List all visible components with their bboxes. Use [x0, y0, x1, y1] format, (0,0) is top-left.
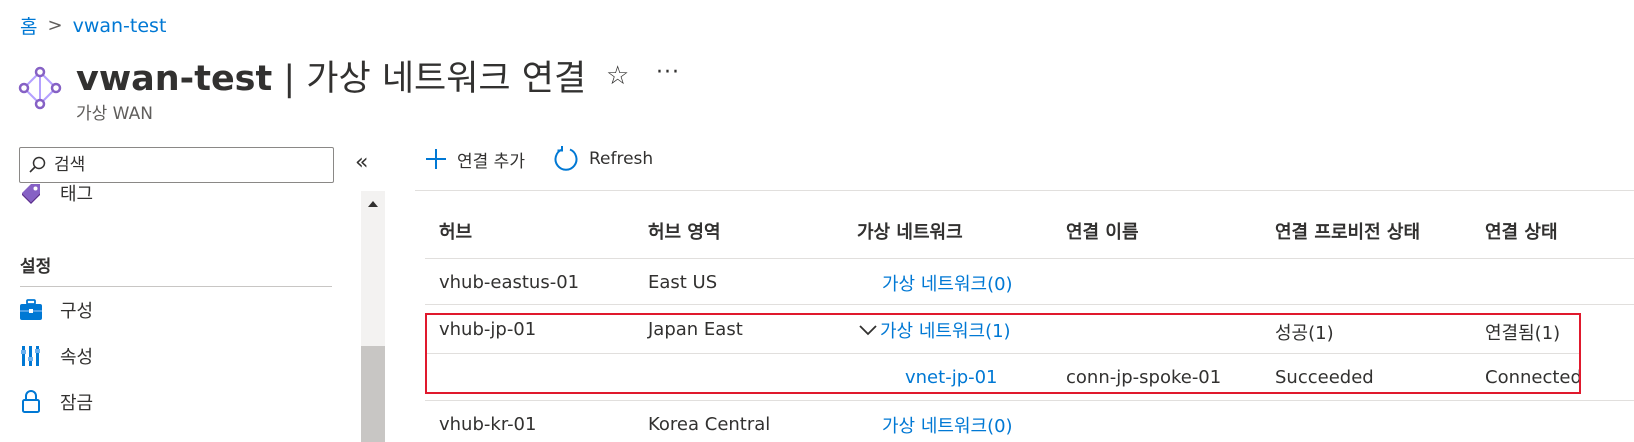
header-divider: [425, 258, 1634, 259]
add-connection-label: 연결 추가: [457, 151, 525, 172]
properties-icon: [18, 343, 44, 369]
row-divider: [425, 304, 1634, 305]
resource-name: vwan-test: [76, 59, 273, 99]
sidebar-scrollbar[interactable]: [361, 191, 385, 442]
virtual-network-link[interactable]: 가상 네트워크(0): [882, 412, 1013, 438]
sidebar-item-configuration[interactable]: 구성: [18, 297, 93, 323]
column-header-virtual-network[interactable]: 가상 네트워크: [857, 218, 963, 244]
sidebar-search[interactable]: [19, 147, 334, 183]
command-bar: 연결 추가 Refresh: [425, 146, 681, 172]
configuration-icon: [18, 297, 44, 323]
scroll-up-arrow-icon[interactable]: [368, 201, 378, 207]
search-icon: [29, 156, 46, 173]
sidebar-item-properties[interactable]: 속성: [18, 343, 93, 369]
title-separator: |: [272, 59, 307, 99]
column-header-provisioning-state[interactable]: 연결 프로비전 상태: [1275, 218, 1420, 244]
resource-type-subtitle: 가상 WAN: [76, 104, 153, 124]
virtual-wan-icon: [18, 66, 62, 110]
column-header-hub-region[interactable]: 허브 영역: [648, 218, 721, 244]
sidebar-item-locks[interactable]: 잠금: [18, 389, 93, 415]
page-title: vwan-test | 가상 네트워크 연결: [76, 50, 586, 101]
sidebar-item-tags[interactable]: 태그: [18, 180, 93, 206]
page-name: 가상 네트워크 연결: [306, 59, 587, 99]
sidebar-section-settings: 설정: [20, 257, 52, 277]
sidebar-item-label: 속성: [60, 347, 94, 368]
search-input[interactable]: [54, 155, 314, 175]
collapse-sidebar-button[interactable]: «: [355, 150, 368, 175]
column-header-connection-name[interactable]: 연결 이름: [1066, 218, 1139, 244]
region-cell: Korea Central: [648, 414, 771, 435]
more-options-button[interactable]: ···: [656, 60, 680, 85]
refresh-label: Refresh: [588, 149, 654, 169]
breadcrumb-separator: >: [47, 15, 63, 36]
row-divider: [425, 400, 1634, 401]
star-outline-icon[interactable]: ☆: [606, 61, 629, 91]
refresh-button[interactable]: Refresh: [553, 146, 653, 172]
column-header-connection-state[interactable]: 연결 상태: [1485, 218, 1558, 244]
sidebar-item-label: 구성: [60, 301, 94, 322]
sidebar-item-label: 잠금: [60, 393, 94, 414]
lock-icon: [18, 389, 44, 415]
add-icon: [426, 149, 446, 169]
highlight-box: [425, 313, 1581, 394]
toolbar-divider: [415, 190, 1634, 191]
hub-cell: vhub-kr-01: [439, 414, 537, 435]
tag-icon: [18, 180, 44, 206]
hub-cell: vhub-eastus-01: [439, 272, 580, 293]
refresh-icon: [554, 146, 578, 171]
sidebar-item-label: 태그: [60, 184, 94, 205]
breadcrumb: 홈 > vwan-test: [20, 12, 166, 39]
region-cell: East US: [648, 272, 718, 293]
sidebar-divider: [20, 286, 332, 287]
breadcrumb-current-link[interactable]: vwan-test: [73, 15, 167, 37]
virtual-network-link[interactable]: 가상 네트워크(0): [882, 270, 1013, 296]
add-connection-button[interactable]: 연결 추가: [425, 147, 525, 172]
breadcrumb-home-link[interactable]: 홈: [20, 12, 37, 39]
scrollbar-thumb[interactable]: [361, 346, 385, 442]
column-header-hub[interactable]: 허브: [439, 218, 472, 244]
